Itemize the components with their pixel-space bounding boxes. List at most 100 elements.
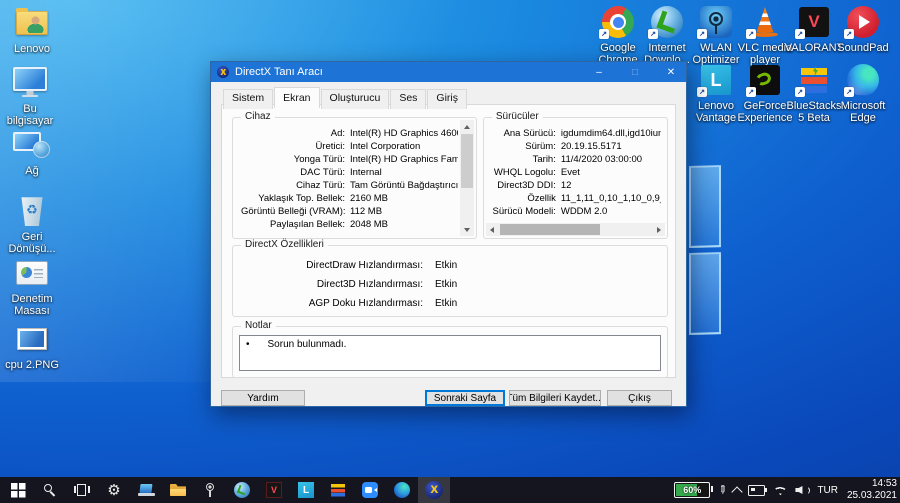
- save-all-info-button[interactable]: Tüm Bilgileri Kaydet...: [509, 390, 601, 406]
- exit-button[interactable]: Çıkış: [607, 390, 672, 406]
- taskbar-lenovo-vantage-button[interactable]: [290, 477, 322, 503]
- scrollbar-thumb[interactable]: [461, 134, 473, 188]
- desktop-icon-label: Geri Dönüşü...: [3, 231, 61, 256]
- desktop-icon-soundpad[interactable]: SoundPad: [834, 5, 892, 54]
- dxdiag-icon: [425, 481, 443, 499]
- scroll-right-icon[interactable]: [652, 223, 665, 236]
- field-row: Sürüm:20.19.15.5171: [492, 140, 661, 153]
- close-button[interactable]: [656, 62, 686, 82]
- file-explorer-icon: [170, 484, 186, 496]
- laptop-icon: [138, 484, 155, 497]
- desktop-icon-label: Ağ: [25, 165, 38, 177]
- battery-percent-widget[interactable]: 60%: [674, 482, 710, 498]
- language-indicator[interactable]: TUR: [817, 485, 838, 496]
- idm-icon: [234, 482, 250, 498]
- desktop-icon-label: cpu 2.PNG: [5, 359, 59, 371]
- taskbar-search-button[interactable]: [34, 477, 66, 503]
- task-view-icon: [74, 484, 90, 497]
- field-value: igdumdim64.dll,igd10iumd64.dll,igd10iu: [561, 128, 661, 139]
- wlan-optimizer-icon: [202, 482, 218, 498]
- battery-percent-text: 60%: [683, 485, 701, 495]
- desktop-icon-edge[interactable]: Microsoft Edge: [834, 63, 892, 125]
- field-row: Üretici:Intel Corporation: [241, 140, 458, 153]
- taskbar-dxdiag-button[interactable]: [418, 477, 450, 503]
- vertical-scrollbar[interactable]: [460, 120, 474, 236]
- field-row: Görüntü Belleği (VRAM):112 MB: [241, 205, 458, 218]
- tab-sistem[interactable]: Sistem: [223, 89, 273, 109]
- desktop-icon-control-panel[interactable]: Denetim Masası: [3, 256, 61, 318]
- taskbar-wlan-optimizer-button[interactable]: [194, 477, 226, 503]
- settings-gear-icon: [107, 483, 120, 498]
- field-label: Cihaz Türü:: [241, 180, 345, 191]
- maximize-button[interactable]: [620, 62, 650, 82]
- taskbar-edge-button[interactable]: [386, 477, 418, 503]
- taskbar-buttons: [2, 477, 450, 503]
- field-row: Direct3D DDI:12: [492, 179, 661, 192]
- tab-olusturucu[interactable]: Oluşturucu: [321, 89, 390, 109]
- notes-listbox[interactable]: Sorun bulunmadı.: [239, 335, 661, 371]
- shortcut-arrow-icon: [844, 87, 854, 97]
- bluestacks-icon: [330, 482, 346, 498]
- drivers-fields: Ana Sürücü: igdumdim64.dll,igd10iumd64.dl…: [492, 127, 661, 218]
- next-page-button[interactable]: Sonraki Sayfa: [425, 390, 505, 406]
- tab-ses[interactable]: Ses: [390, 89, 426, 109]
- field-value: Etkin: [435, 279, 667, 290]
- field-label: Ana Sürücü:: [492, 128, 556, 139]
- field-row: WHQL Logolu:Evet: [492, 166, 661, 179]
- taskbar-settings-button[interactable]: [98, 477, 130, 503]
- scroll-left-icon[interactable]: [486, 223, 499, 236]
- taskbar-idm-button[interactable]: [226, 477, 258, 503]
- volume-icon[interactable]: [795, 484, 810, 496]
- field-row: Yaklaşık Top. Bellek:2160 MB: [241, 192, 458, 205]
- desktop-icon-label: Denetim Masası: [3, 293, 61, 318]
- pen-icon[interactable]: [715, 483, 729, 497]
- scrollbar-thumb[interactable]: [500, 224, 600, 235]
- help-button[interactable]: Yardım: [221, 390, 305, 406]
- field-row: Yonga Türü:Intel(R) HD Graphics Family: [241, 153, 458, 166]
- desktop-icon-recycle-bin[interactable]: Geri Dönüşü...: [3, 194, 61, 256]
- field-label: Sürücü Modeli:: [492, 206, 556, 217]
- hidden-icons-chevron-icon[interactable]: [732, 486, 743, 497]
- features-groupbox-title: DirectX Özellikleri: [241, 239, 328, 250]
- field-row: Paylaşılan Bellek:2048 MB: [241, 218, 458, 231]
- desktop-icon-cpu-png[interactable]: cpu 2.PNG: [3, 322, 61, 371]
- task-view-button[interactable]: [66, 477, 98, 503]
- system-tray: 60% TUR 14:53 25.03.2021: [674, 477, 897, 503]
- taskbar-bluestacks-button[interactable]: [322, 477, 354, 503]
- scroll-up-icon[interactable]: [460, 120, 474, 133]
- field-value: Intel(R) HD Graphics Family: [350, 154, 458, 165]
- minimize-button[interactable]: [584, 62, 614, 82]
- field-label: Paylaşılan Bellek:: [241, 219, 345, 230]
- desktop-icon-network[interactable]: Ağ: [3, 128, 61, 177]
- field-label: Ad:: [241, 128, 345, 139]
- device-fields: Ad:Intel(R) HD Graphics 4600 Üretici:Int…: [241, 127, 458, 231]
- valorant-icon: [266, 482, 282, 498]
- tab-giris[interactable]: Giriş: [427, 89, 467, 109]
- clock[interactable]: 14:53 25.03.2021: [845, 478, 897, 503]
- network-globe-icon: [13, 132, 41, 151]
- wifi-icon[interactable]: [772, 485, 788, 496]
- taskbar-zoom-button[interactable]: [354, 477, 386, 503]
- field-value: Intel Corporation: [350, 141, 458, 152]
- taskbar: 60% TUR 14:53 25.03.2021: [0, 477, 900, 503]
- field-label: Direct3D DDI:: [492, 180, 556, 191]
- desktop-icon-lenovo[interactable]: Lenovo: [3, 6, 61, 55]
- drivers-groupbox-title: Sürücüler: [492, 111, 543, 122]
- field-value: Evet: [561, 167, 661, 178]
- horizontal-scrollbar[interactable]: [486, 223, 665, 236]
- field-label: Tarih:: [492, 154, 556, 165]
- scroll-down-icon[interactable]: [460, 223, 474, 236]
- tab-ekran[interactable]: Ekran: [274, 87, 319, 108]
- battery-plug-icon[interactable]: [748, 485, 765, 496]
- desktop-icon-label: Microsoft Edge: [834, 100, 892, 125]
- field-label: AGP Doku Hızlandırması:: [241, 298, 423, 309]
- titlebar[interactable]: DirectX Tanı Aracı: [211, 62, 686, 82]
- desktop-icon-this-pc[interactable]: Bu bilgisayar: [1, 66, 59, 128]
- start-button[interactable]: [2, 477, 34, 503]
- zoom-camera-icon: [362, 482, 378, 498]
- taskbar-this-pc-button[interactable]: [130, 477, 162, 503]
- taskbar-valorant-button[interactable]: [258, 477, 290, 503]
- field-value: Tam Görüntü Bağdaştırıcısı: [350, 180, 458, 191]
- taskbar-file-explorer-button[interactable]: [162, 477, 194, 503]
- field-label: Yaklaşık Top. Bellek:: [241, 193, 345, 204]
